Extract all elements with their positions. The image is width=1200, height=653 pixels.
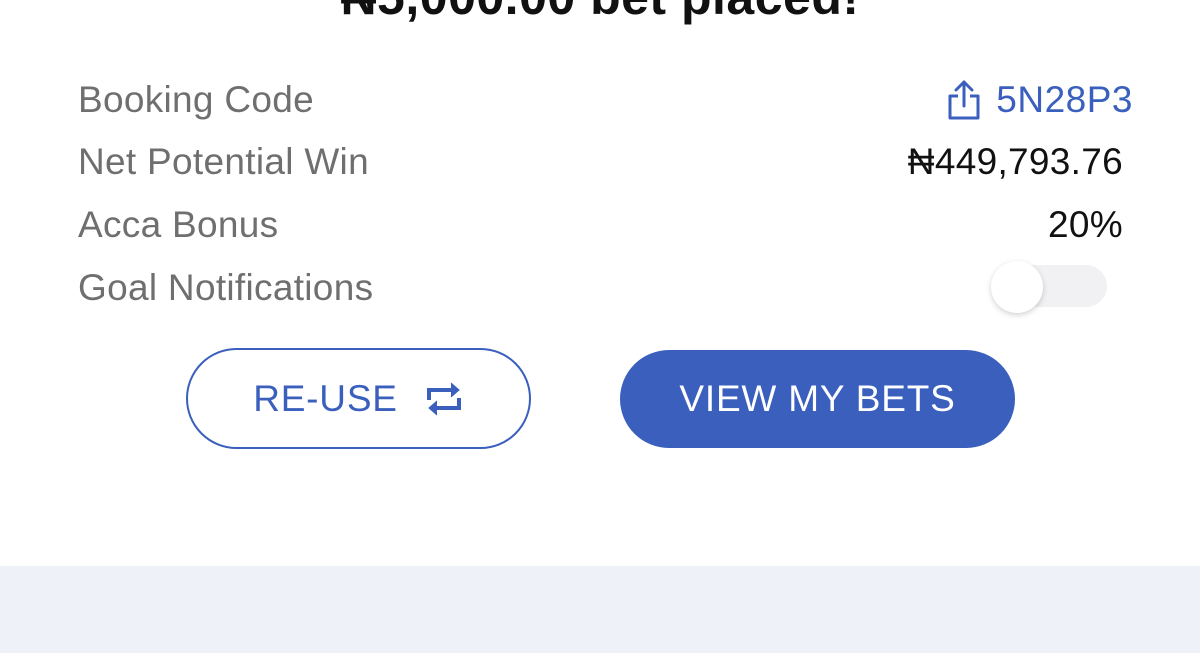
booking-code-share[interactable]: 5N28P3 (946, 78, 1133, 122)
toggle-knob[interactable] (991, 261, 1043, 313)
acca-bonus-label: Acca Bonus (78, 204, 279, 245)
goal-notifications-label: Goal Notifications (78, 267, 374, 308)
booking-code-label: Booking Code (78, 79, 315, 120)
repeat-icon (426, 382, 461, 415)
reuse-button[interactable]: RE-USE (186, 348, 531, 449)
booking-code-row: Booking Code 5N28P3 (78, 78, 1133, 122)
view-my-bets-label: VIEW MY BETS (679, 378, 956, 419)
acca-bonus-row: Acca Bonus 20% (78, 203, 1123, 247)
reuse-button-label: RE-USE (253, 377, 398, 419)
footer-area (0, 566, 1200, 653)
view-my-bets-button[interactable]: VIEW MY BETS (620, 350, 1015, 448)
goal-notifications-row: Goal Notifications (78, 261, 1123, 313)
bet-placed-title: ₦5,000.00 bet placed! (0, 0, 1200, 26)
net-potential-win-row: Net Potential Win ₦449,793.76 (78, 140, 1123, 184)
goal-notifications-toggle[interactable] (991, 261, 1107, 313)
acca-bonus-value: 20% (1048, 204, 1123, 245)
bet-confirmation-page: ₦5,000.00 bet placed! Booking Code 5N28P… (0, 0, 1200, 653)
booking-code-value[interactable]: 5N28P3 (996, 79, 1133, 121)
net-potential-win-value: ₦449,793.76 (907, 141, 1123, 182)
bet-confirmation-card: ₦5,000.00 bet placed! Booking Code 5N28P… (0, 0, 1200, 566)
net-potential-win-label: Net Potential Win (78, 141, 369, 182)
share-icon[interactable] (946, 79, 982, 121)
